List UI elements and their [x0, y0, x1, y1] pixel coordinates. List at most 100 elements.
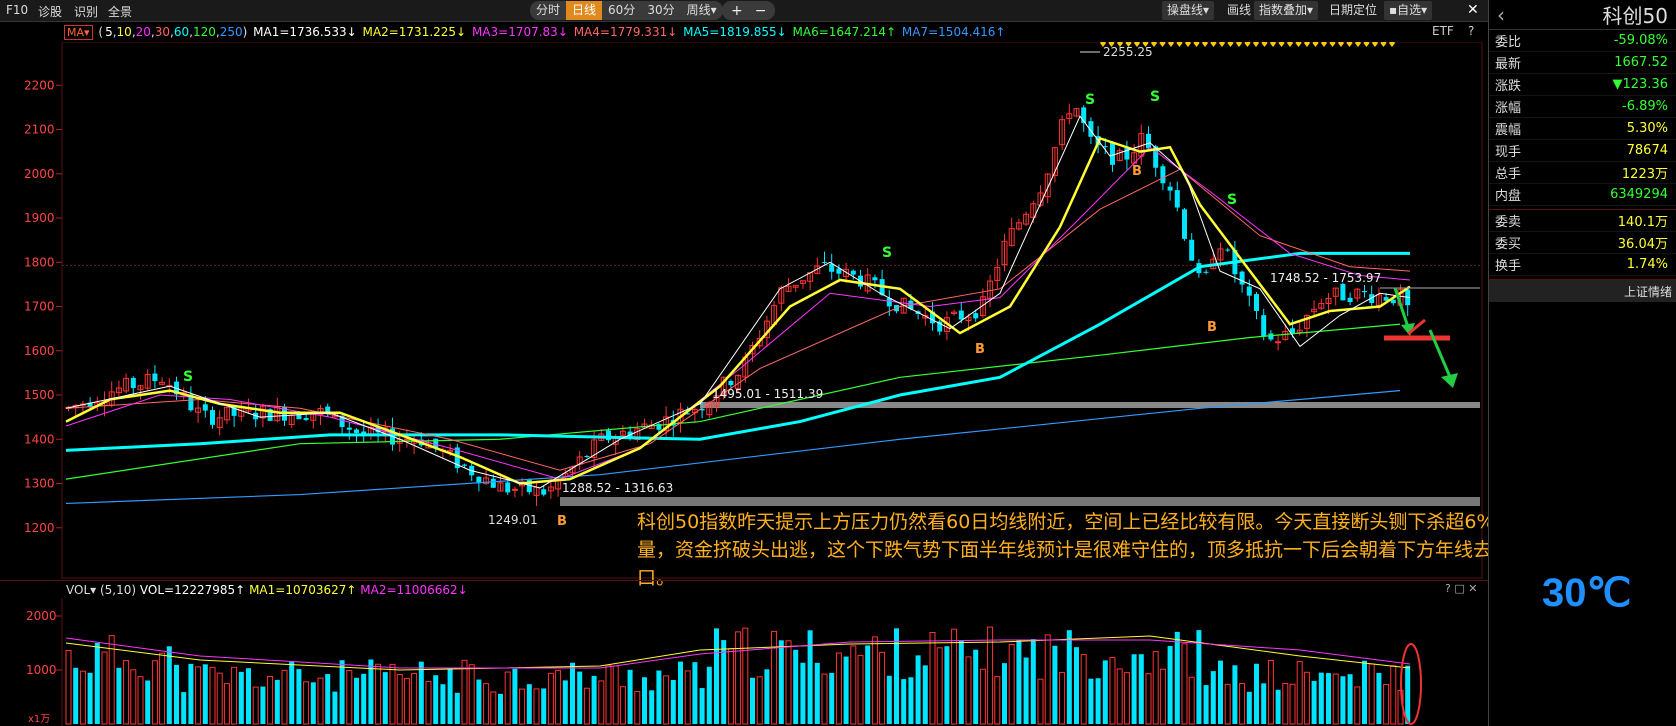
volume-chart[interactable]: 2000 1000 x1万 — [0, 598, 1488, 726]
ma-select[interactable]: MA▾ — [64, 25, 93, 40]
quote-row: 震幅 5.30% — [1489, 118, 1676, 140]
signal-diamond — [1329, 42, 1336, 47]
quote-row-label: 委卖 — [1495, 215, 1522, 230]
volume-bar — [670, 679, 676, 724]
back-icon[interactable]: ‹ — [1497, 3, 1505, 27]
volume-bar — [181, 692, 187, 724]
volume-bar — [1196, 630, 1202, 724]
market-sentiment-tab[interactable]: 上证情绪 — [1489, 280, 1676, 302]
volume-bar — [1332, 673, 1339, 725]
volume-bar — [396, 673, 403, 725]
volume-bar — [1267, 660, 1274, 725]
volume-bar — [123, 660, 130, 725]
help-icon[interactable]: ? — [1468, 24, 1474, 38]
tab-intraday[interactable]: 分时 — [530, 1, 566, 20]
volume-bar — [289, 661, 295, 724]
diagnose-button[interactable]: 诊股 — [38, 3, 62, 20]
ma2-value: MA2=1731.225↓ — [362, 25, 467, 39]
volume-bar — [317, 677, 324, 725]
signal-diamond — [1346, 42, 1353, 47]
volume-bar — [1023, 657, 1029, 724]
volume-bar — [1340, 676, 1346, 724]
volume-bar — [382, 672, 388, 724]
watchlist-button[interactable]: ▪自选▾ — [1384, 1, 1433, 20]
volume-panel-controls[interactable]: ? □ ✕ — [1445, 582, 1477, 595]
volume-bar — [425, 680, 432, 725]
volume-bar — [202, 664, 208, 724]
volume-bar — [1246, 691, 1252, 724]
quote-row-value: 6349294 — [1610, 187, 1668, 202]
volume-bar — [742, 627, 749, 725]
tab-30min[interactable]: 30分 — [641, 1, 680, 20]
candle-body — [303, 418, 309, 421]
volume-bar — [483, 683, 490, 725]
vol-select[interactable]: VOL▾ — [66, 583, 96, 597]
temperature-value: 30℃ — [1542, 571, 1632, 615]
candle-body — [1182, 209, 1187, 239]
volume-bar — [303, 681, 310, 725]
tab-weekly[interactable]: 周线▾ — [681, 1, 723, 20]
volume-bar — [252, 686, 259, 725]
volume-bar — [1368, 663, 1375, 725]
trading-line-button[interactable]: 操盘线▾ — [1162, 1, 1215, 20]
ma-header: MA▾ (5,10,20,30,60,120,250) MA1=1736.533… — [0, 22, 1488, 42]
quote-row: 现手 78674 — [1489, 140, 1676, 162]
price-tick-label: 1500 — [24, 388, 55, 402]
candle-body — [202, 404, 208, 411]
volume-bar — [526, 684, 532, 724]
candle-body — [1146, 133, 1151, 149]
range-label-recent: 1748.52 - 1753.97 — [1270, 271, 1381, 285]
zoom-controls: + − — [722, 1, 776, 20]
candle-body — [346, 427, 352, 430]
volume-bar — [1354, 686, 1361, 725]
sell-signal: S — [1150, 89, 1160, 105]
f10-button[interactable]: F10 — [6, 3, 28, 17]
zoom-in-button[interactable]: + — [731, 3, 743, 19]
signal-diamond — [1253, 42, 1259, 47]
date-locate-button[interactable]: 日期定位 — [1324, 1, 1382, 20]
draw-line-button[interactable]: 画线 — [1222, 1, 1256, 20]
volume-bar — [73, 667, 79, 724]
volume-bar — [750, 677, 755, 724]
volume-bar — [1254, 663, 1259, 724]
signal-diamond — [1236, 42, 1242, 47]
index-overlay-button[interactable]: 指数叠加▾ — [1254, 1, 1319, 20]
candle-body — [354, 429, 359, 433]
volume-bar — [915, 655, 921, 724]
volume-bar — [1218, 660, 1223, 724]
volume-bar — [1088, 678, 1094, 724]
zoom-out-button[interactable]: − — [755, 3, 767, 19]
volume-bar — [821, 673, 828, 725]
volume-bar — [1037, 678, 1044, 725]
volume-bar — [1390, 665, 1397, 725]
candle-body — [1167, 186, 1173, 191]
signal-diamond — [1321, 42, 1327, 47]
volume-bar — [727, 648, 734, 725]
ma-line — [65, 323, 1401, 480]
ma7-value: MA7=1504.416↑ — [901, 25, 1006, 39]
recognize-button[interactable]: 识别 — [74, 3, 98, 20]
quote-row: 委比 -59.08% — [1489, 30, 1676, 52]
down-arrow-long-head — [1441, 373, 1458, 388]
volume-bar — [1303, 671, 1310, 725]
close-icon[interactable]: ✕ — [1462, 1, 1484, 20]
price-tick-label: 1300 — [24, 477, 55, 491]
ma-lines — [65, 115, 1411, 505]
volume-bar — [533, 688, 540, 725]
tab-60min[interactable]: 60分 — [602, 1, 641, 20]
etf-toggle[interactable]: ETF — [1432, 24, 1454, 38]
quote-row: 内盘 6349294 — [1489, 184, 1676, 206]
candle-body — [1261, 315, 1267, 337]
volume-bar — [94, 642, 100, 724]
sell-signal: S — [882, 245, 892, 261]
price-tick-label: 1800 — [24, 255, 55, 269]
kline-chart[interactable]: 2200 2100 2000 1900 1800 1700 1600 1500 1400 1300… — [0, 42, 1488, 580]
panorama-button[interactable]: 全景 — [108, 3, 132, 20]
signal-diamond — [1244, 42, 1251, 47]
sell-signal: S — [183, 369, 193, 385]
sell-signal: S — [1085, 92, 1095, 108]
tab-daily[interactable]: 日线 — [566, 1, 603, 20]
volume-bar — [1080, 653, 1087, 725]
vol-ma1-value: MA1=10703627↑ — [249, 583, 357, 597]
volume-bar — [1002, 663, 1007, 724]
